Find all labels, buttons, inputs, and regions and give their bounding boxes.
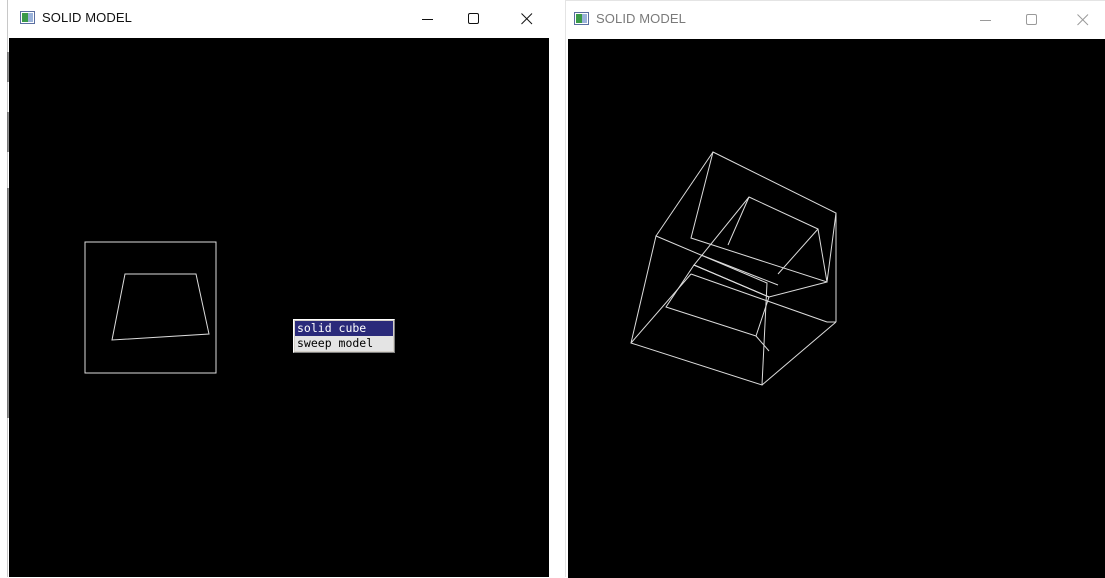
menu-item-solid-cube[interactable]: solid cube <box>295 321 393 336</box>
title-bar[interactable]: SOLID MODEL <box>8 0 549 37</box>
close-icon <box>521 13 533 25</box>
window-title: SOLID MODEL <box>42 10 132 25</box>
minimize-icon <box>422 19 433 20</box>
profile-frame <box>84 241 217 374</box>
sweep-profile-drawing <box>84 241 217 374</box>
maximize-icon <box>1026 14 1037 25</box>
drawing-canvas[interactable] <box>568 39 1105 578</box>
profile-polygon <box>111 273 210 341</box>
menu-item-sweep-model[interactable]: sweep model <box>295 336 393 351</box>
wireframe-edges <box>630 151 837 386</box>
minimize-icon <box>980 20 991 21</box>
box-back-face <box>690 151 837 283</box>
close-button[interactable] <box>504 0 550 37</box>
title-bar[interactable]: SOLID MODEL <box>566 1 1105 38</box>
left-edge-marks <box>7 52 9 418</box>
solid-cube-wireframe <box>630 151 837 386</box>
minimize-button[interactable] <box>963 1 1009 38</box>
maximize-button[interactable] <box>451 0 497 37</box>
solid-model-window-right: SOLID MODEL <box>565 0 1105 578</box>
solid-model-window-left: SOLID MODEL solid cube sweep model <box>7 0 549 577</box>
window-title: SOLID MODEL <box>596 11 686 26</box>
close-icon <box>1077 14 1089 26</box>
maximize-icon <box>468 13 479 24</box>
app-window-icon <box>574 12 589 25</box>
close-button[interactable] <box>1060 1 1105 38</box>
popup-menu: solid cube sweep model <box>293 319 395 353</box>
maximize-button[interactable] <box>1009 1 1055 38</box>
app-window-icon <box>20 11 35 24</box>
drawing-canvas[interactable]: solid cube sweep model <box>9 38 549 577</box>
minimize-button[interactable] <box>405 0 451 37</box>
